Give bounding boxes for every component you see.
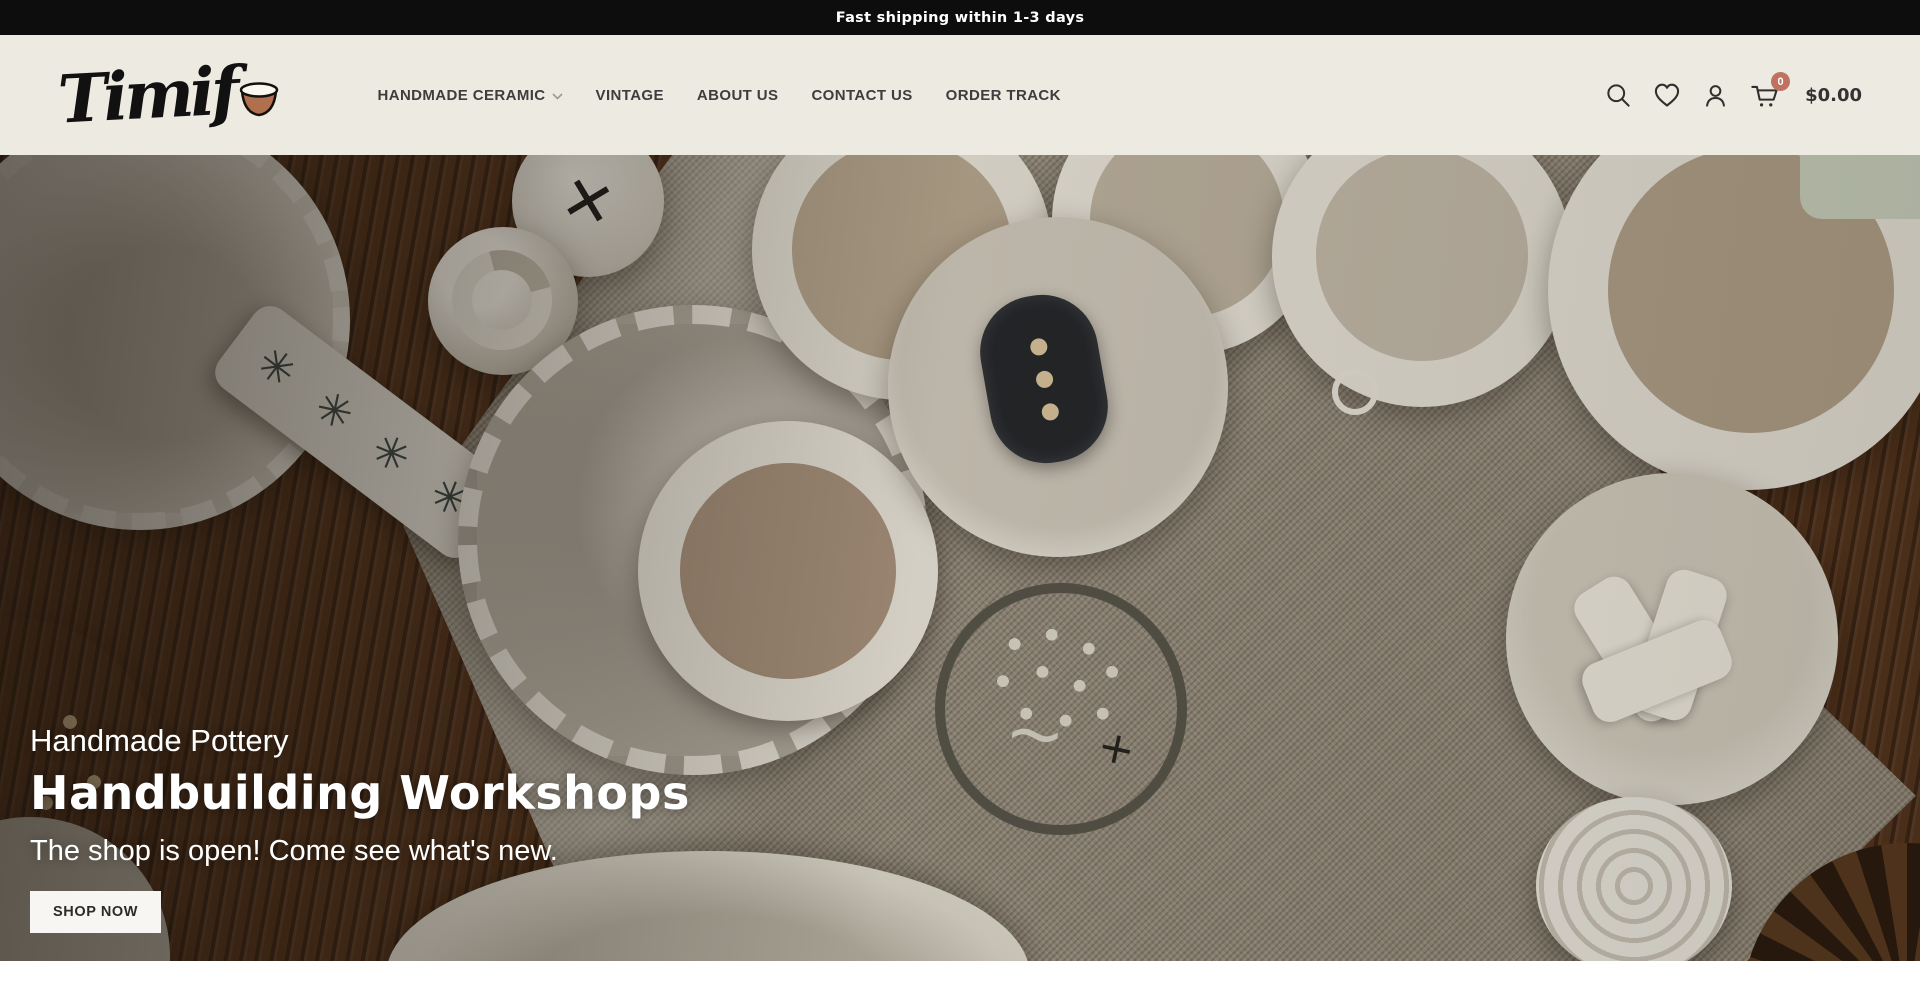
pottery-cup-icon xyxy=(237,80,281,120)
shop-now-button[interactable]: SHOP NOW xyxy=(30,891,161,933)
hero-subtitle: Handmade Pottery xyxy=(30,723,690,759)
user-icon xyxy=(1702,82,1729,109)
search-button[interactable] xyxy=(1605,82,1632,109)
site-header: Fast shipping within 1-3 days Timif Hand… xyxy=(0,0,1920,155)
nav-order-track[interactable]: Order Track xyxy=(946,87,1061,104)
hero-caption: Handmade Pottery Handbuilding Workshops … xyxy=(30,723,690,933)
search-icon xyxy=(1605,82,1632,109)
announcement-text: Fast shipping within 1-3 days xyxy=(836,10,1085,26)
hero-tagline: The shop is open! Come see what's new. xyxy=(30,835,690,868)
heart-icon xyxy=(1653,82,1681,108)
logo[interactable]: Timif xyxy=(58,62,281,128)
nav-vintage[interactable]: Vintage xyxy=(596,87,664,104)
cart-button[interactable]: 0 xyxy=(1750,81,1780,109)
nav-handmade-ceramic[interactable]: Handmade Ceramic xyxy=(377,87,562,104)
hero-banner: ✕ ✳✳✳✳ ~ + xyxy=(0,155,1920,961)
cart-count-badge: 0 xyxy=(1771,72,1790,91)
header-main: Timif Handmade Ceramic Vintage About Us … xyxy=(0,35,1920,155)
account-button[interactable] xyxy=(1702,82,1729,109)
cart-total[interactable]: $0.00 xyxy=(1805,85,1862,106)
wishlist-button[interactable] xyxy=(1653,82,1681,108)
nav-contact-us[interactable]: Contact Us xyxy=(811,87,912,104)
chevron-down-icon xyxy=(552,93,563,100)
header-actions: 0 $0.00 xyxy=(1605,81,1862,109)
main-nav: Handmade Ceramic Vintage About Us Contac… xyxy=(377,87,1060,104)
announcement-bar: Fast shipping within 1-3 days xyxy=(0,0,1920,35)
nav-about-us[interactable]: About Us xyxy=(697,87,779,104)
hero-title: Handbuilding Workshops xyxy=(30,766,690,820)
logo-text: Timif xyxy=(56,57,237,132)
